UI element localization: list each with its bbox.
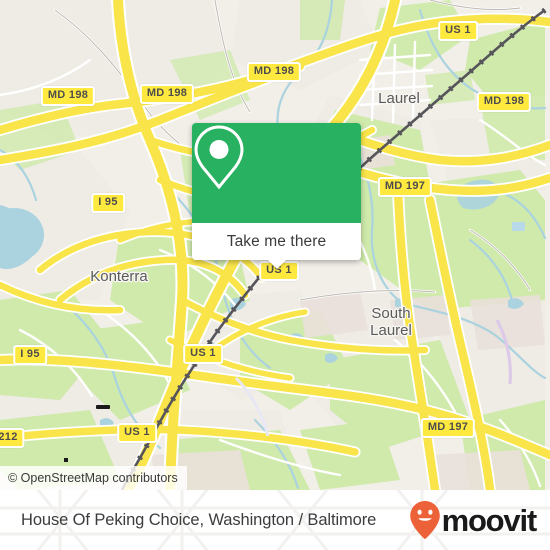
map-canvas[interactable]: Laurel Konterra South Laurel MD 198 MD 1… xyxy=(0,0,550,490)
osm-attribution[interactable]: © OpenStreetMap contributors xyxy=(0,466,187,490)
place-label-south-laurel: South Laurel xyxy=(370,305,412,339)
road-shield-md197-b: MD 197 xyxy=(420,418,476,438)
road-shield-md198-a: MD 198 xyxy=(40,86,96,106)
callout-tail xyxy=(267,260,286,269)
location-callout-card[interactable]: Take me there xyxy=(192,123,361,269)
road-shield-us1-d: US 1 xyxy=(117,423,157,443)
place-label-line-1: South xyxy=(371,305,411,322)
page-title: House Of Peking Choice, Washington / Bal… xyxy=(21,510,377,529)
road-shield-i95-a: I 95 xyxy=(91,193,125,213)
road-shield-md197-a: MD 197 xyxy=(377,177,433,197)
moovit-brand: moovit xyxy=(409,500,538,540)
road-shield-212: 212 xyxy=(0,428,25,448)
callout-action-area[interactable]: Take me there xyxy=(192,223,361,260)
place-label-line-2: Laurel xyxy=(370,322,412,339)
road-shield-us1-a: US 1 xyxy=(438,21,478,41)
moovit-map-screenshot: Laurel Konterra South Laurel MD 198 MD 1… xyxy=(0,0,550,550)
place-label-konterra: Konterra xyxy=(90,268,148,285)
moovit-smiley-pin-icon xyxy=(409,501,440,539)
take-me-there-label: Take me there xyxy=(226,232,327,250)
road-shield-md198-c: MD 198 xyxy=(246,62,302,82)
bottom-info-bar: House Of Peking Choice, Washington / Bal… xyxy=(0,490,550,550)
road-shield-i95-b: I 95 xyxy=(13,345,47,365)
map-pin-icon xyxy=(194,125,244,189)
road-shield-md198-b: MD 198 xyxy=(139,84,195,104)
road-shield-us1-c: US 1 xyxy=(183,344,223,364)
callout-pin-area xyxy=(192,123,361,223)
road-shield-md198-d: MD 198 xyxy=(476,92,532,112)
place-label-laurel: Laurel xyxy=(378,90,420,107)
moovit-wordmark: moovit xyxy=(441,502,538,538)
